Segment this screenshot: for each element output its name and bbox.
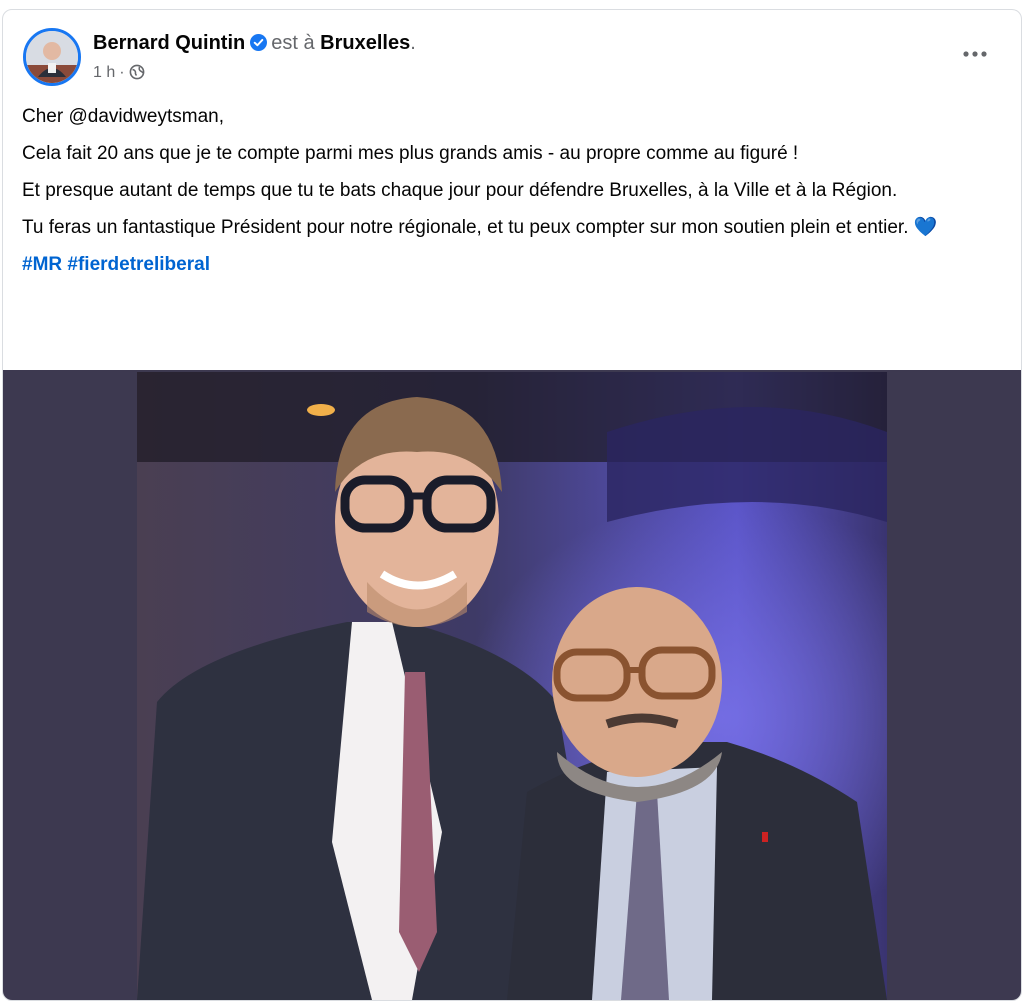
hashtag-mr[interactable]: #MR	[22, 254, 62, 275]
author-name[interactable]: Bernard Quintin	[93, 32, 245, 54]
post-paragraph: Tu feras un fantastique Président pour n…	[22, 217, 909, 238]
post-photo[interactable]	[3, 370, 1021, 1000]
more-horizontal-icon	[962, 44, 988, 62]
post-card: Bernard Quintin est à Bruxelles. 1 h · Che…	[2, 9, 1022, 1001]
photo-image	[137, 372, 887, 1000]
post-paragraph: Cher @davidweytsman,	[22, 106, 224, 127]
post-paragraph: Cela fait 20 ans que je te compte parmi …	[22, 143, 799, 164]
verified-badge-icon	[250, 32, 268, 58]
post-header: Bernard Quintin est à Bruxelles. 1 h ·	[3, 10, 1021, 90]
avatar-image	[26, 31, 78, 83]
blue-heart-emoji: 💙	[913, 217, 938, 238]
more-options-button[interactable]	[959, 42, 991, 64]
post-paragraph: Et presque autant de temps que tu te bat…	[22, 180, 898, 201]
meta-separator: ·	[119, 64, 125, 81]
post-meta: 1 h ·	[93, 63, 145, 86]
location-suffix: .	[410, 32, 416, 54]
hashtag-line: #MR #fierdetreliberal	[22, 251, 997, 278]
post-paragraph-with-emoji: Tu feras un fantastique Président pour n…	[22, 214, 997, 241]
post-text: Cher @davidweytsman, Cela fait 20 ans qu…	[22, 103, 997, 288]
globe-icon	[129, 64, 145, 86]
post-timestamp[interactable]: 1 h	[93, 64, 115, 81]
author-avatar[interactable]	[23, 28, 81, 86]
location-prefix: est à	[271, 32, 315, 54]
location-link[interactable]: Bruxelles	[320, 32, 410, 54]
hashtag-fierdetreliberal[interactable]: #fierdetreliberal	[67, 254, 210, 275]
author-line: Bernard Quintin est à Bruxelles.	[93, 30, 416, 58]
